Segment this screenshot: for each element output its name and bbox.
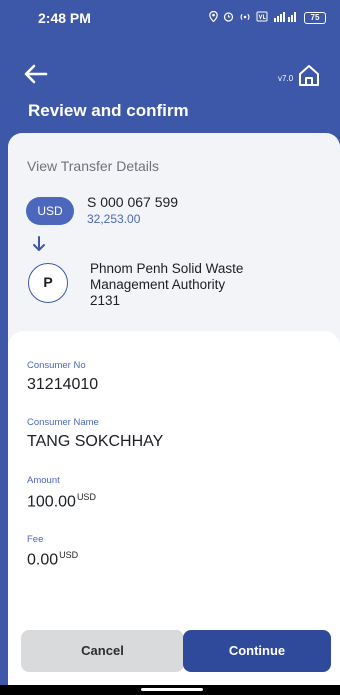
consumer-name-label: Consumer Name <box>27 417 99 428</box>
source-account-number: S 000 067 599 <box>87 194 179 210</box>
alarm-icon <box>223 11 234 25</box>
home-button[interactable] <box>298 63 320 87</box>
transfer-section-label[interactable]: View Transfer Details <box>27 158 159 174</box>
transfer-details-card: View Transfer Details USD S 000 067 599 … <box>8 133 340 353</box>
status-time: 2:48 PM <box>38 10 91 26</box>
consumer-no-label: Consumer No <box>27 360 86 371</box>
cancel-button[interactable]: Cancel <box>21 630 184 672</box>
amount-value: 100.00USD <box>27 492 96 511</box>
consumer-name-value: TANG SOKCHHAY <box>27 433 164 450</box>
fee-number: 0.00 <box>27 551 59 569</box>
continue-button[interactable]: Continue <box>183 630 331 672</box>
home-icon <box>299 65 319 86</box>
system-nav-bar <box>0 685 340 695</box>
payee-name-line-1: Phnom Penh Solid Waste <box>90 261 244 276</box>
arrow-down-icon <box>33 236 45 251</box>
amount-label: Amount <box>27 475 60 486</box>
payee-name-line-2: Management Authority <box>90 277 226 292</box>
status-icons: 75 <box>209 10 326 25</box>
consumer-no-value: 31214010 <box>27 376 99 393</box>
home-gesture-handle[interactable] <box>141 688 203 691</box>
status-bar: 2:48 PM 75 <box>0 0 340 36</box>
details-sheet: Consumer No 31214010 Consumer Name TANG … <box>8 331 340 695</box>
back-arrow-icon <box>24 64 48 84</box>
fee-value: 0.00USD <box>27 550 78 569</box>
battery-icon: 75 <box>304 12 326 24</box>
signal-icon <box>273 11 299 25</box>
payee-name: Phnom Penh Solid Waste Management Author… <box>90 261 290 309</box>
fee-label: Fee <box>27 534 44 545</box>
location-icon <box>209 10 218 25</box>
source-account-balance: 32,253.00 <box>87 212 141 226</box>
fee-currency: USD <box>59 550 79 560</box>
payee-name-line-3: 2131 <box>90 293 121 308</box>
volte-icon <box>256 11 268 25</box>
amount-number: 100.00 <box>27 493 76 511</box>
back-button[interactable] <box>22 62 50 86</box>
hotspot-icon <box>239 12 251 25</box>
amount-currency: USD <box>76 492 96 502</box>
currency-badge: USD <box>26 197 74 225</box>
app-version: v7.0 <box>278 74 294 83</box>
app-screen: 2:48 PM 75 v7.0 Review and confirm View … <box>0 0 340 695</box>
payee-avatar: P <box>28 263 68 303</box>
page-title: Review and confirm <box>28 101 189 120</box>
